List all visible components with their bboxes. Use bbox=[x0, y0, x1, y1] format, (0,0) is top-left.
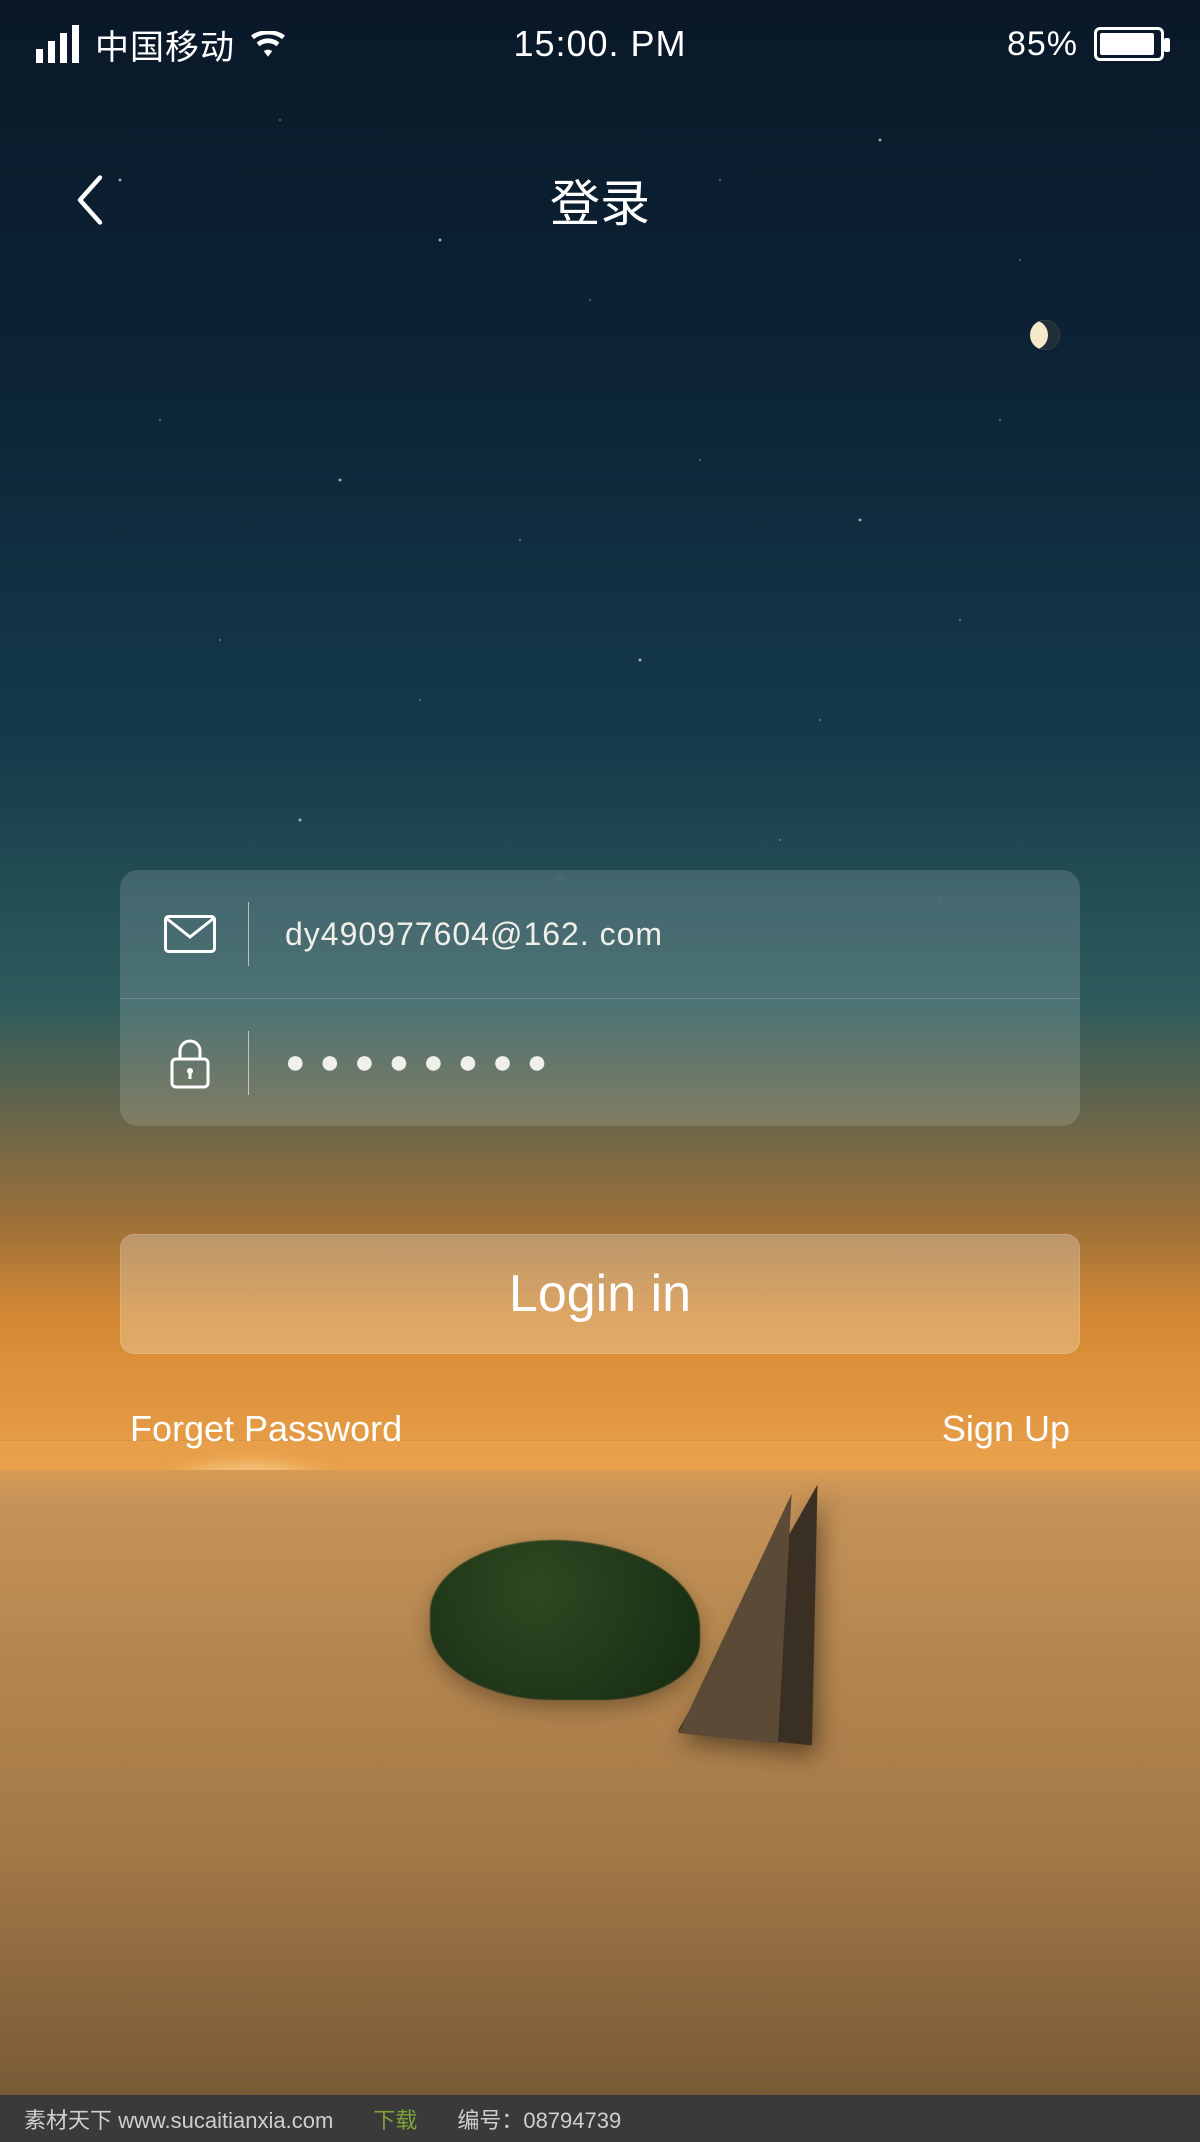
mail-icon bbox=[160, 915, 220, 953]
input-group: ●●●●●●●● bbox=[120, 870, 1080, 1126]
password-field[interactable]: ●●●●●●●● bbox=[285, 1043, 561, 1082]
login-screen: 中国移动 15:00. PM 85% 登录 bbox=[0, 0, 1200, 2095]
secondary-links: Forget Password Sign Up bbox=[120, 1408, 1080, 1450]
battery-icon bbox=[1094, 27, 1164, 61]
page-title: 登录 bbox=[550, 164, 650, 236]
email-row bbox=[120, 870, 1080, 998]
login-form: ●●●●●●●● Login in Forget Password Sign U… bbox=[120, 870, 1080, 1450]
wifi-icon bbox=[251, 31, 285, 57]
email-field[interactable] bbox=[285, 916, 1040, 953]
watermark-footer: 素材天下 www.sucaitianxia.com 下载 编号：08794739 bbox=[0, 2095, 1200, 2142]
watermark-download[interactable]: 下载 bbox=[373, 2103, 417, 2135]
signup-link[interactable]: Sign Up bbox=[942, 1408, 1070, 1450]
field-divider bbox=[248, 1031, 249, 1095]
moon-decoration bbox=[1030, 320, 1060, 350]
status-right: 85% bbox=[1007, 25, 1164, 64]
password-row: ●●●●●●●● bbox=[120, 998, 1080, 1126]
watermark-id: 编号：08794739 bbox=[457, 2103, 621, 2135]
lock-icon bbox=[160, 1037, 220, 1089]
carrier-label: 中国移动 bbox=[95, 20, 235, 69]
status-bar: 中国移动 15:00. PM 85% bbox=[0, 0, 1200, 88]
field-divider bbox=[248, 902, 249, 966]
page-header: 登录 bbox=[0, 150, 1200, 250]
watermark-site: 素材天下 www.sucaitianxia.com bbox=[24, 2103, 333, 2135]
signal-icon bbox=[36, 25, 79, 63]
status-left: 中国移动 bbox=[36, 20, 285, 69]
clock-label: 15:00. PM bbox=[513, 23, 686, 65]
forgot-password-link[interactable]: Forget Password bbox=[130, 1408, 402, 1450]
login-button[interactable]: Login in bbox=[120, 1234, 1080, 1354]
battery-percentage: 85% bbox=[1007, 25, 1078, 64]
back-button[interactable] bbox=[60, 170, 120, 230]
chevron-left-icon bbox=[75, 175, 105, 225]
